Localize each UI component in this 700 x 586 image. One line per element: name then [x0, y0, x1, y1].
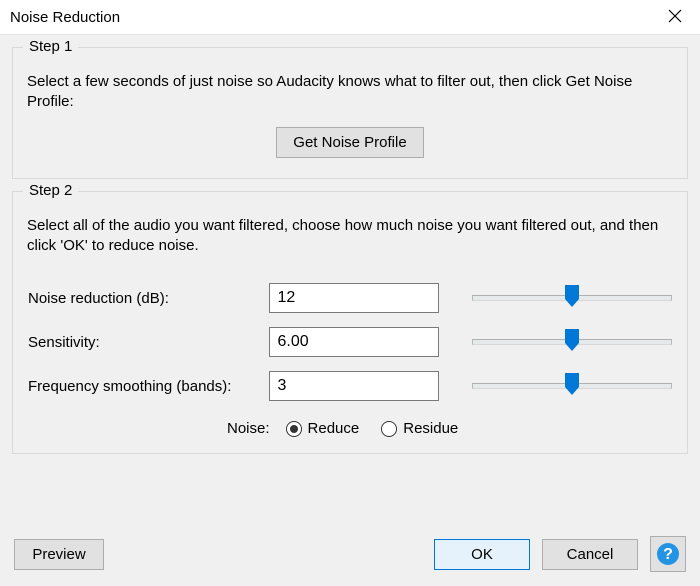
freq-smoothing-slider[interactable]: [472, 372, 672, 400]
close-icon: [668, 7, 682, 27]
help-button[interactable]: ?: [650, 536, 686, 572]
footer: Preview OK Cancel ?: [12, 536, 688, 574]
step1-instruction: Select a few seconds of just noise so Au…: [27, 72, 673, 113]
step2-group: Step 2 Select all of the audio you want …: [12, 191, 688, 455]
noise-mode-row: Noise: Reduce Residue: [27, 420, 673, 437]
sensitivity-input[interactable]: [269, 327, 439, 357]
radio-residue-label: Residue: [403, 420, 458, 437]
step1-legend: Step 1: [23, 38, 78, 55]
preview-button[interactable]: Preview: [14, 539, 104, 570]
help-icon: ?: [656, 542, 680, 566]
noise-mode-label: Noise:: [227, 420, 270, 437]
sensitivity-label: Sensitivity:: [27, 326, 268, 358]
radio-residue[interactable]: Residue: [381, 420, 458, 437]
row-noise-reduction: Noise reduction (dB):: [27, 282, 673, 314]
noise-reduction-slider[interactable]: [472, 284, 672, 312]
radio-circle-icon: [286, 421, 302, 437]
get-noise-profile-button[interactable]: Get Noise Profile: [276, 127, 423, 158]
controls-table: Noise reduction (dB):: [27, 270, 673, 414]
freq-smoothing-input[interactable]: [269, 371, 439, 401]
radio-reduce-label: Reduce: [308, 420, 360, 437]
close-button[interactable]: [662, 4, 688, 30]
slider-thumb-icon: [564, 284, 580, 306]
step2-instruction: Select all of the audio you want filtere…: [27, 216, 673, 257]
slider-thumb-icon: [564, 328, 580, 350]
window-title: Noise Reduction: [10, 9, 120, 26]
titlebar: Noise Reduction: [0, 0, 700, 34]
step1-group: Step 1 Select a few seconds of just nois…: [12, 47, 688, 179]
svg-text:?: ?: [663, 546, 673, 563]
step2-legend: Step 2: [23, 182, 78, 199]
noise-reduction-input[interactable]: [269, 283, 439, 313]
client-area: Step 1 Select a few seconds of just nois…: [0, 34, 700, 586]
row-freq-smoothing: Frequency smoothing (bands):: [27, 370, 673, 402]
radio-reduce[interactable]: Reduce: [286, 420, 360, 437]
noise-reduction-label: Noise reduction (dB):: [27, 282, 268, 314]
radio-circle-icon: [381, 421, 397, 437]
freq-smoothing-label: Frequency smoothing (bands):: [27, 370, 268, 402]
row-sensitivity: Sensitivity:: [27, 326, 673, 358]
cancel-button[interactable]: Cancel: [542, 539, 638, 570]
ok-button[interactable]: OK: [434, 539, 530, 570]
slider-thumb-icon: [564, 372, 580, 394]
sensitivity-slider[interactable]: [472, 328, 672, 356]
